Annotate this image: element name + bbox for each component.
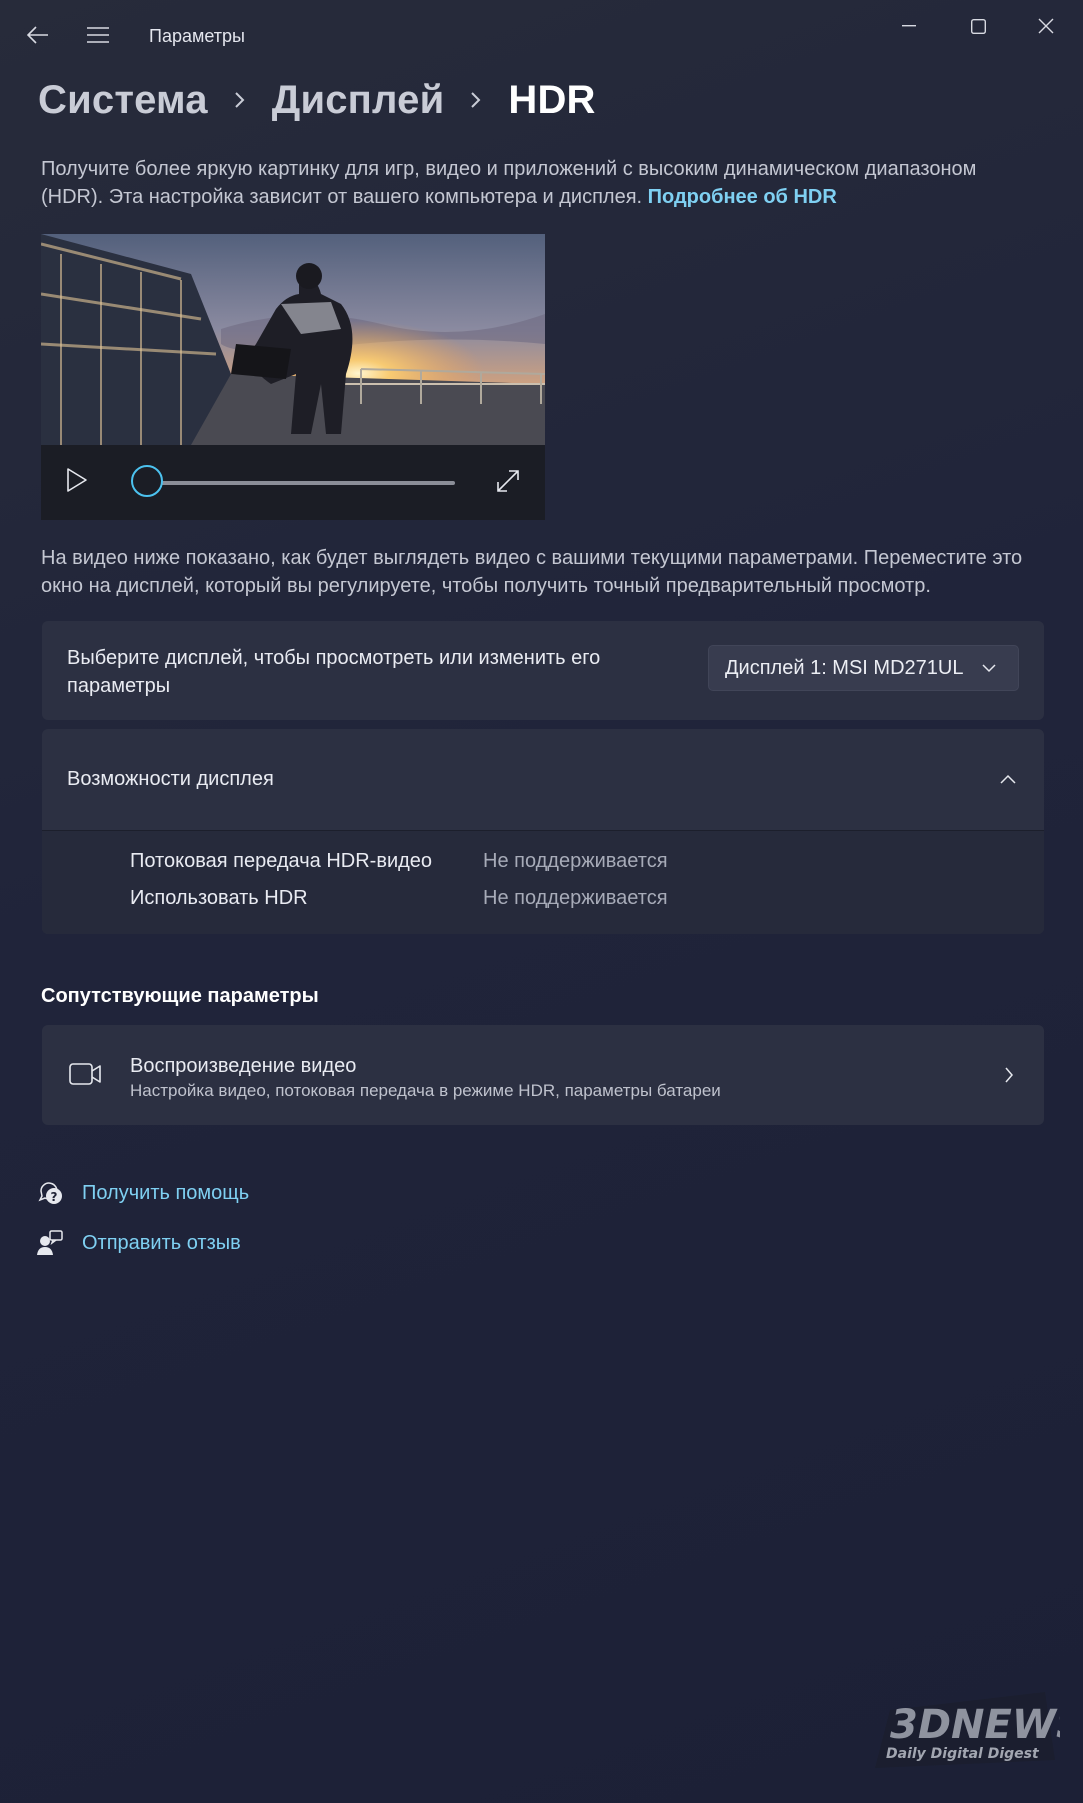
back-arrow-icon xyxy=(27,26,48,44)
learn-more-hdr-link[interactable]: Подробнее об HDR xyxy=(648,186,837,208)
minimize-button[interactable] xyxy=(879,6,939,46)
3dnews-watermark-logo: 3DNEWS Daily Digital Digest xyxy=(870,1680,1083,1775)
video-controls xyxy=(41,445,545,520)
intro-description: Получите более яркую картинку для игр, в… xyxy=(41,155,1041,211)
app-title: Параметры xyxy=(149,26,245,46)
capabilities-title: Возможности дисплея xyxy=(67,768,274,790)
display-dropdown-value: Дисплей 1: MSI MD271UL xyxy=(725,656,964,679)
fullscreen-icon[interactable] xyxy=(496,469,520,493)
video-playback-subtitle: Настройка видео, потоковая передача в ре… xyxy=(130,1081,721,1100)
display-select-label: Выберите дисплей, чтобы просмотреть или … xyxy=(67,647,601,697)
chevron-right-icon xyxy=(1005,1067,1013,1083)
seek-track[interactable] xyxy=(149,481,455,485)
seek-thumb[interactable] xyxy=(131,465,163,497)
breadcrumb: Система Дисплей HDR xyxy=(38,72,596,128)
preview-note: На видео ниже показано, как будет выгляд… xyxy=(41,547,1023,597)
display-select-card: Выберите дисплей, чтобы просмотреть или … xyxy=(42,621,1044,720)
capability-label: Потоковая передача HDR-видео xyxy=(130,850,433,872)
close-icon xyxy=(1038,18,1054,34)
video-camera-icon xyxy=(69,1063,101,1085)
get-help-link[interactable]: ? Получить помощь xyxy=(36,1175,249,1211)
related-settings-title: Сопутствующие параметры xyxy=(41,985,319,1007)
breadcrumb-system[interactable]: Система xyxy=(38,78,208,123)
capability-label: Использовать HDR xyxy=(130,887,308,909)
capabilities-header[interactable]: Возможности дисплея xyxy=(42,729,1044,831)
svg-text:Daily Digital Digest: Daily Digital Digest xyxy=(886,1746,1040,1762)
title-bar: Параметры xyxy=(0,0,1083,72)
maximize-button[interactable] xyxy=(948,6,1008,46)
send-feedback-link[interactable]: Отправить отзыв xyxy=(36,1225,241,1261)
back-button[interactable] xyxy=(15,12,61,58)
menu-button[interactable] xyxy=(75,12,121,58)
send-feedback-text: Отправить отзыв xyxy=(82,1231,241,1254)
display-capabilities-card: Возможности дисплея Потоковая передача H… xyxy=(42,729,1044,934)
display-dropdown[interactable]: Дисплей 1: MSI MD271UL xyxy=(708,645,1019,691)
close-button[interactable] xyxy=(1016,6,1076,46)
get-help-text: Получить помощь xyxy=(82,1181,250,1204)
chevron-right-icon xyxy=(234,91,246,109)
video-playback-title: Воспроизведение видео xyxy=(130,1055,357,1077)
video-frame-image xyxy=(41,234,545,445)
feedback-icon xyxy=(37,1230,63,1255)
video-playback-card[interactable]: Воспроизведение видео Настройка видео, п… xyxy=(42,1025,1044,1125)
breadcrumb-display[interactable]: Дисплей xyxy=(272,78,445,123)
chevron-right-icon xyxy=(470,91,482,109)
breadcrumb-hdr: HDR xyxy=(508,77,596,122)
settings-window: Параметры Система Дисплей HDR Получите б… xyxy=(0,0,1083,1803)
capability-value: Не поддерживается xyxy=(483,887,668,909)
svg-text:?: ? xyxy=(51,1190,58,1204)
chevron-down-icon xyxy=(982,664,996,673)
minimize-icon xyxy=(902,25,916,27)
capability-value: Не поддерживается xyxy=(483,850,668,872)
svg-text:3DNEWS: 3DNEWS xyxy=(890,1702,1060,1748)
maximize-icon xyxy=(970,18,986,34)
play-button[interactable] xyxy=(65,467,89,493)
help-chat-icon: ? xyxy=(38,1182,62,1204)
hamburger-icon xyxy=(87,27,109,43)
hdr-video-preview xyxy=(41,234,545,520)
chevron-up-icon xyxy=(1000,774,1016,784)
capabilities-body: Потоковая передача HDR-видео Не поддержи… xyxy=(42,831,1044,934)
